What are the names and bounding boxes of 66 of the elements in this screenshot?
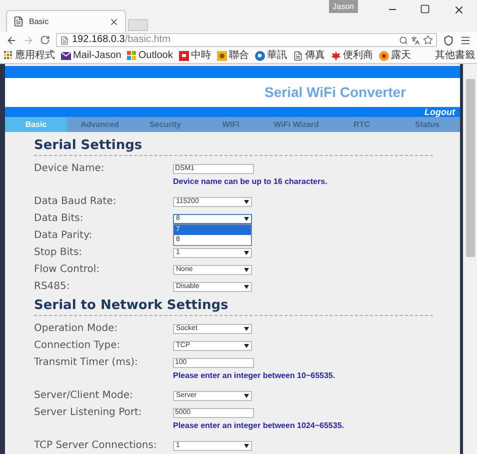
caret-icon xyxy=(244,200,249,204)
page-icon xyxy=(292,50,303,60)
apps-grid-icon xyxy=(4,51,13,60)
field-label: Data Parity: xyxy=(34,229,94,243)
bookmark-link[interactable]: Mail-Jason xyxy=(73,50,122,60)
hint-text: Device name can be up to 16 characters. xyxy=(173,177,328,188)
caret-icon xyxy=(244,216,249,220)
bookmark-link[interactable]: 中時 xyxy=(190,50,211,60)
news-logo-icon xyxy=(178,50,189,60)
back-icon[interactable] xyxy=(6,34,17,46)
bookmark-link[interactable]: 傳真 xyxy=(304,50,325,60)
address-bar[interactable]: 192.168.0.3/basic.htm xyxy=(56,33,437,47)
caret-icon xyxy=(244,344,249,348)
menu-icon[interactable] xyxy=(460,34,471,46)
page-icon xyxy=(60,36,69,44)
section-heading: Serial Settings xyxy=(34,137,433,156)
other-bookmarks[interactable]: 其他書籤 xyxy=(434,50,475,60)
field-label: Server Listening Port: xyxy=(34,406,143,420)
field-label: Operation Mode: xyxy=(34,322,119,336)
bookmark-link[interactable]: 聯合 xyxy=(228,50,249,60)
round-logo-icon xyxy=(378,50,389,60)
reload-icon[interactable] xyxy=(40,35,50,45)
url-text: 192.168.0.3/basic.htm xyxy=(72,35,172,45)
close-icon[interactable] xyxy=(453,4,465,16)
logout-link[interactable]: Logout xyxy=(424,108,455,116)
translate-icon[interactable] xyxy=(411,36,420,44)
caret-icon xyxy=(244,444,249,448)
maximize-icon[interactable] xyxy=(420,4,430,14)
scrollbar[interactable] xyxy=(463,64,477,454)
caret-icon xyxy=(244,394,249,398)
field-label: RS485: xyxy=(34,280,71,294)
bookmark-link[interactable]: 華訊 xyxy=(266,50,287,60)
field-label: Transmit Timer (ms): xyxy=(34,356,139,370)
tile-logo-icon xyxy=(216,50,227,60)
field-label: Connection Type: xyxy=(34,339,122,353)
envelope-icon xyxy=(61,52,71,60)
caret-icon xyxy=(244,250,249,254)
section-heading: Serial to Network Settings xyxy=(34,297,433,316)
caret-icon xyxy=(244,326,249,330)
field-label: Server/Client Mode: xyxy=(34,389,134,403)
product-title: Serial WiFi Converter xyxy=(264,83,406,102)
hint-text: Please enter an integer between 10~65535. xyxy=(173,371,336,382)
search-icon[interactable] xyxy=(399,36,408,44)
scrollbar-thumb[interactable] xyxy=(466,79,474,257)
windows-logo-icon xyxy=(127,51,136,60)
field-label: TCP Server Connections: xyxy=(34,439,158,453)
field-label: Stop Bits: xyxy=(34,246,84,260)
field-label: Flow Control: xyxy=(34,263,101,277)
browser-tab[interactable]: Basic xyxy=(6,10,126,32)
caret-icon xyxy=(244,284,249,288)
globe-icon xyxy=(254,50,265,60)
star-icon[interactable] xyxy=(423,35,433,45)
page-icon xyxy=(13,16,24,27)
bookmark-link[interactable]: 便利商 xyxy=(342,50,373,60)
shield-icon[interactable] xyxy=(443,34,454,46)
maple-leaf-icon xyxy=(330,50,341,60)
hint-text: Please enter an integer between 1024~65535. xyxy=(173,421,345,432)
close-icon[interactable] xyxy=(109,16,119,26)
caret-icon xyxy=(244,268,249,272)
bookmark-link[interactable]: Outlook xyxy=(138,50,173,60)
tab-title: Basic xyxy=(29,16,50,28)
bookmark-link[interactable]: 露天 xyxy=(390,50,411,60)
bookmark-link[interactable]: 應用程式 xyxy=(15,50,55,60)
field-label: Data Baud Rate: xyxy=(34,195,118,209)
field-label: Data Bits: xyxy=(34,212,84,226)
field-label: Device Name: xyxy=(34,162,106,176)
